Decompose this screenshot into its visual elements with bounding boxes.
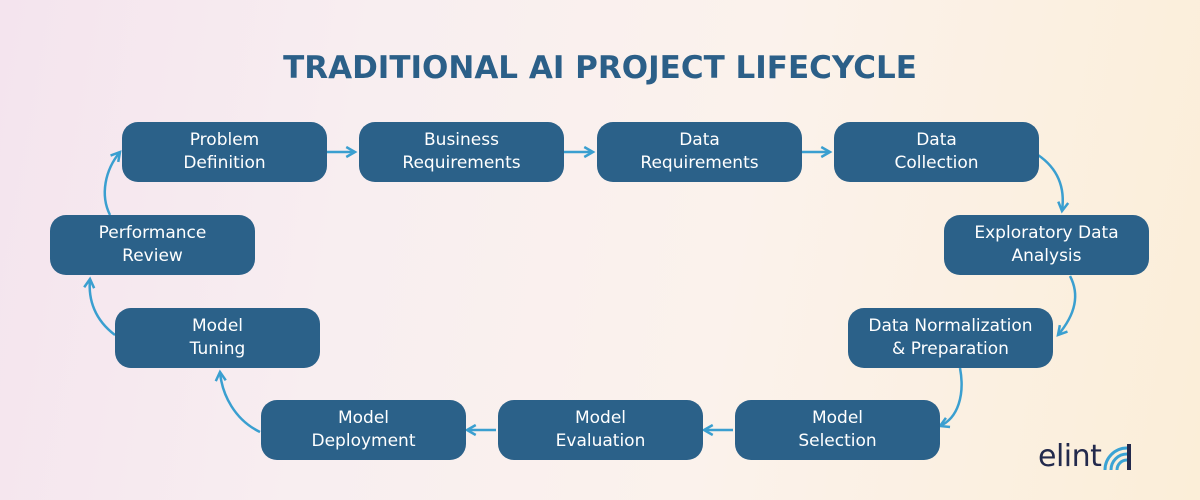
- node-data-normalization-preparation: Data Normalization & Preparation: [848, 308, 1053, 368]
- logo-text: elint: [1038, 439, 1102, 474]
- arrow-model-deployment-to-model-tuning: [214, 369, 261, 434]
- node-model-evaluation: Model Evaluation: [498, 400, 703, 460]
- node-problem-definition: Problem Definition: [122, 122, 327, 182]
- node-business-requirements: Business Requirements: [359, 122, 564, 182]
- signal-waves-icon: [1103, 444, 1132, 471]
- arrow-performance-review-to-problem-definition: [103, 150, 122, 216]
- node-model-tuning: Model Tuning: [115, 308, 320, 368]
- node-data-requirements: Data Requirements: [597, 122, 802, 182]
- arrow-model-tuning-to-performance-review: [83, 276, 116, 336]
- node-model-selection: Model Selection: [735, 400, 940, 460]
- arrow-exploratory-data-analysis-to-data-normalization-preparation: [1056, 275, 1077, 337]
- node-exploratory-data-analysis: Exploratory Data Analysis: [944, 215, 1149, 275]
- arrow-data-collection-to-exploratory-data-analysis: [1037, 153, 1070, 214]
- node-data-collection: Data Collection: [834, 122, 1039, 182]
- elint-logo: elint: [1038, 442, 1133, 472]
- node-model-deployment: Model Deployment: [261, 400, 466, 460]
- node-performance-review: Performance Review: [50, 215, 255, 275]
- arrow-data-normalization-preparation-to-model-selection: [937, 367, 963, 429]
